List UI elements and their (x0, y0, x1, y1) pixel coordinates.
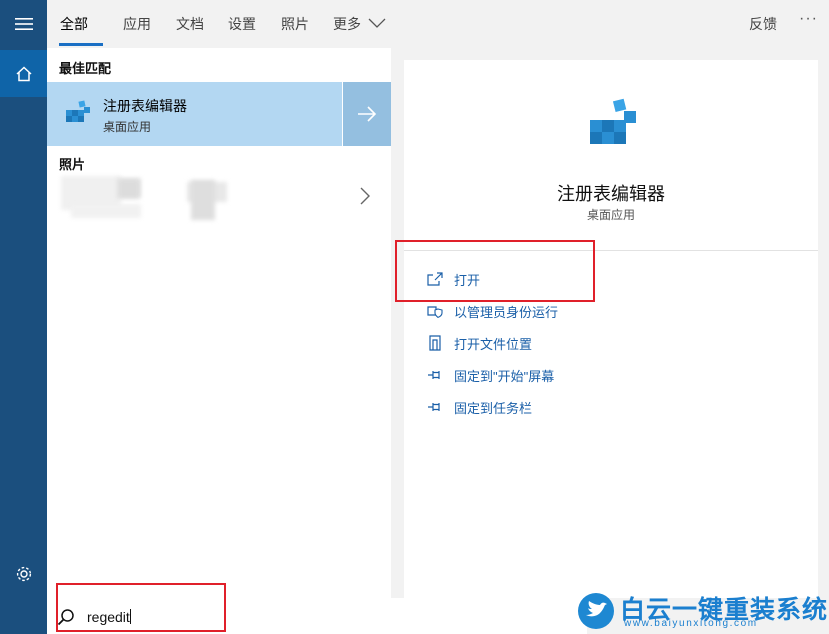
blurred-thumbnail (191, 180, 215, 220)
best-match-type: 桌面应用 (103, 120, 152, 134)
action-open-file-location[interactable]: 打开文件位置 (426, 332, 532, 354)
tab-more[interactable]: 更多 (333, 14, 386, 34)
action-run-as-admin-label: 以管理员身份运行 (454, 304, 559, 320)
blurred-thumbnail (119, 180, 139, 198)
action-pin-to-start-label: 固定到"开始"屏幕 (454, 368, 555, 384)
detail-app-name: 注册表编辑器 (557, 184, 665, 204)
action-pin-to-taskbar[interactable]: 固定到任务栏 (426, 396, 532, 418)
file-location-icon (426, 334, 444, 352)
action-pin-to-start[interactable]: 固定到"开始"屏幕 (426, 364, 554, 386)
tab-more-label: 更多 (333, 16, 361, 32)
active-tab-indicator (59, 43, 103, 46)
watermark: 白云一键重装系统 www.baiyunxitong.com (574, 590, 829, 634)
detail-app-type: 桌面应用 (586, 208, 635, 222)
blurred-thumbnail (71, 204, 141, 218)
registry-editor-icon (590, 98, 636, 144)
highlight-box-open (395, 240, 595, 302)
shield-icon (426, 302, 444, 320)
arrow-right-icon (358, 106, 377, 122)
chevron-down-icon (368, 18, 386, 28)
left-rail (0, 0, 47, 634)
tab-documents[interactable]: 文档 (176, 14, 204, 34)
gear-icon[interactable] (0, 556, 47, 592)
results-panel: 最佳匹配 注册表编辑器 桌面应用 照片 (47, 48, 391, 598)
highlight-box-search (56, 583, 226, 632)
tab-settings[interactable]: 设置 (228, 14, 256, 34)
best-match-name: 注册表编辑器 (103, 98, 187, 114)
filter-tabs: 全部 应用 文档 设置 照片 更多 反馈 ··· (47, 0, 829, 48)
watermark-url: www.baiyunxitong.com (624, 618, 758, 629)
best-match-heading: 最佳匹配 (59, 61, 112, 76)
photos-result-row[interactable] (47, 172, 391, 226)
hamburger-menu-icon[interactable] (0, 0, 47, 48)
tab-all[interactable]: 全部 (60, 14, 88, 34)
pin-icon (426, 366, 444, 384)
action-run-as-admin[interactable]: 以管理员身份运行 (426, 300, 558, 322)
action-open-file-location-label: 打开文件位置 (454, 336, 533, 352)
tab-apps[interactable]: 应用 (123, 14, 151, 34)
best-match-item[interactable]: 注册表编辑器 桌面应用 (47, 82, 342, 146)
chevron-right-icon (360, 187, 370, 205)
home-icon[interactable] (0, 50, 47, 97)
more-options-button[interactable]: ··· (799, 10, 818, 28)
pin-icon (426, 398, 444, 416)
detail-panel: 注册表编辑器 桌面应用 打开 以管理员身份运行 打开文件位置 固定到"开始"屏幕… (404, 60, 818, 598)
expand-details-button[interactable] (343, 82, 391, 146)
photos-heading: 照片 (59, 157, 86, 172)
action-pin-to-taskbar-label: 固定到任务栏 (454, 400, 533, 416)
registry-editor-icon (66, 100, 90, 122)
feedback-button[interactable]: 反馈 (749, 14, 777, 34)
tab-photos[interactable]: 照片 (281, 14, 309, 34)
bird-logo-icon (578, 593, 614, 629)
